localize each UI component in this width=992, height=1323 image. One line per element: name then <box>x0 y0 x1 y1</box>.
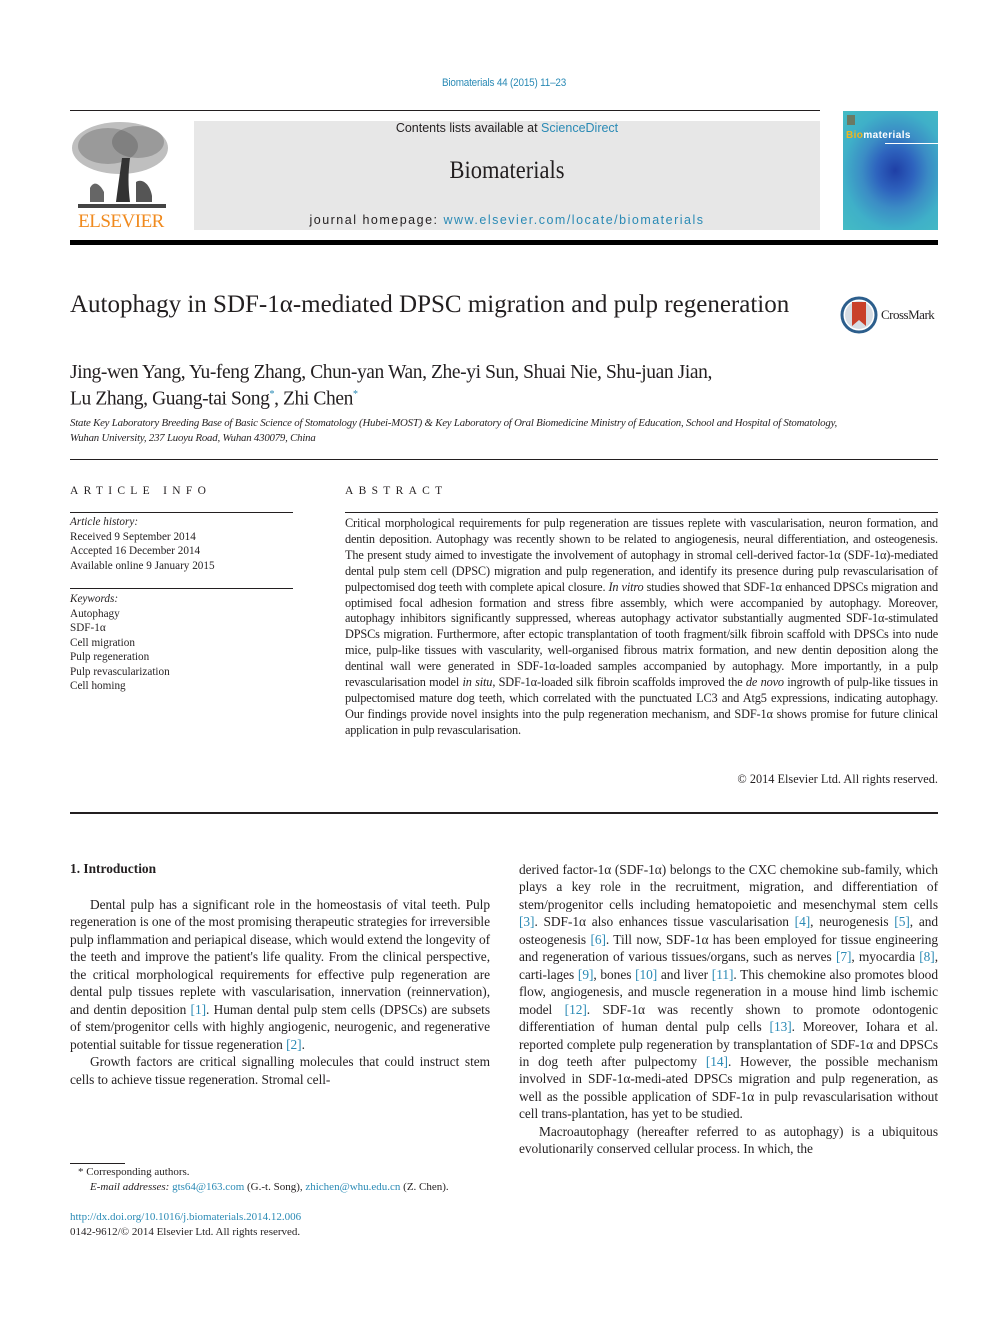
reference-link[interactable]: [8] <box>919 949 935 964</box>
divider <box>70 459 938 460</box>
elsevier-wordmark: ELSEVIER <box>78 211 164 232</box>
cover-elsevier-icon <box>847 115 855 125</box>
reference-link[interactable]: [3] <box>519 914 535 929</box>
abstract-text: Critical morphological requirements for … <box>345 516 938 737</box>
header-divider <box>70 240 938 245</box>
sciencedirect-link[interactable]: ScienceDirect <box>541 121 618 135</box>
reference-link[interactable]: [5] <box>894 914 910 929</box>
contents-line: Contents lists available at ScienceDirec… <box>395 121 619 135</box>
email-link[interactable]: gts64@163.com <box>172 1181 244 1193</box>
history-item: Accepted 16 December 2014 <box>70 545 201 557</box>
journal-citation[interactable]: Biomaterials 44 (2015) 11–23 <box>50 77 957 89</box>
article-info-heading: ARTICLE INFO <box>70 485 212 497</box>
journal-homepage: journal homepage: www.elsevier.com/locat… <box>309 213 705 227</box>
divider <box>70 588 293 589</box>
journal-cover-image[interactable]: Biomaterials <box>843 111 938 230</box>
reference-link[interactable]: [14] <box>706 1054 728 1069</box>
reference-link[interactable]: [2] <box>286 1037 302 1052</box>
keyword-item: Cell migration <box>70 636 135 649</box>
reference-link[interactable]: [9] <box>578 967 594 982</box>
keyword-item: Pulp revascularization <box>70 665 170 678</box>
paragraph: Dental pulp has a significant role in th… <box>70 897 491 1052</box>
footnote: * Corresponding authors. E-mail addresse… <box>70 1165 500 1195</box>
reference-link[interactable]: [1] <box>191 1002 207 1017</box>
reference-link[interactable]: [12] <box>565 1002 587 1017</box>
corresponding-note: * Corresponding authors. <box>78 1166 190 1178</box>
history-item: Received 9 September 2014 <box>70 530 196 543</box>
journal-header: Contents lists available at ScienceDirec… <box>194 121 820 230</box>
abstract-copyright: © 2014 Elsevier Ltd. All rights reserved… <box>737 772 938 786</box>
corresponding-author-link[interactable]: * <box>353 389 358 400</box>
divider <box>345 512 938 513</box>
divider <box>70 512 293 513</box>
divider <box>70 812 938 814</box>
reference-link[interactable]: [10] <box>635 967 657 982</box>
article-title: Autophagy in SDF-1α-mediated DPSC migrat… <box>70 291 790 318</box>
reference-link[interactable]: [7] <box>836 949 852 964</box>
keyword-item: SDF-1α <box>70 622 106 634</box>
section-heading: 1. Introduction <box>70 861 157 876</box>
paragraph: derived factor-1α (SDF-1α) belongs to th… <box>519 862 939 1122</box>
issn-line: 0142-9612/© 2014 Elsevier Ltd. All right… <box>70 1226 301 1238</box>
doi-block: http://dx.doi.org/10.1016/j.biomaterials… <box>70 1210 301 1240</box>
body-column-right: derived factor-1α (SDF-1α) belongs to th… <box>519 861 938 1158</box>
reference-link[interactable]: [11] <box>712 967 734 982</box>
reference-link[interactable]: [13] <box>770 1019 792 1034</box>
cover-title: Biomaterials <box>846 130 911 141</box>
crossmark-icon <box>840 296 878 334</box>
history-item: Available online 9 January 2015 <box>70 559 215 572</box>
abstract-heading: ABSTRACT <box>345 485 448 497</box>
reference-link[interactable]: [6] <box>590 932 606 947</box>
authors-line: Jing-wen Yang, Yu-feng Zhang, Chun-yan W… <box>70 362 712 383</box>
keyword-item: Autophagy <box>70 607 120 620</box>
crossmark-button[interactable]: CrossMark <box>840 296 940 334</box>
article-history: Article history: Received 9 September 20… <box>70 516 215 572</box>
elsevier-tree-icon <box>70 118 172 210</box>
body-column-left: Dental pulp has a significant role in th… <box>70 896 490 1088</box>
paragraph: Growth factors are critical signalling m… <box>70 1054 490 1087</box>
keyword-item: Cell homing <box>70 680 126 692</box>
author-list: Jing-wen Yang, Yu-feng Zhang, Chun-yan W… <box>70 362 830 411</box>
divider <box>70 110 820 111</box>
reference-link[interactable]: [4] <box>795 914 811 929</box>
email-line: E-mail addresses: gts64@163.com (G.-t. S… <box>90 1181 449 1193</box>
footnote-divider <box>70 1163 125 1164</box>
journal-homepage-link[interactable]: www.elsevier.com/locate/biomaterials <box>444 213 705 227</box>
email-link[interactable]: zhichen@whu.edu.cn <box>305 1181 400 1193</box>
doi-link[interactable]: http://dx.doi.org/10.1016/j.biomaterials… <box>70 1211 301 1223</box>
journal-title: Biomaterials <box>449 157 565 184</box>
crossmark-label: CrossMark <box>881 307 935 322</box>
cover-rule <box>885 143 938 144</box>
affiliation: State Key Laboratory Breeding Base of Ba… <box>70 417 838 444</box>
authors-line: Lu Zhang, Guang-tai Song*, Zhi Chen* <box>70 388 358 410</box>
keyword-item: Pulp regeneration <box>70 651 150 663</box>
keywords: Keywords: Autophagy SDF-1α Cell migratio… <box>70 593 170 692</box>
paragraph: Macroautophagy (hereafter referred to as… <box>519 1123 938 1157</box>
elsevier-logo[interactable]: ELSEVIER <box>70 118 172 233</box>
